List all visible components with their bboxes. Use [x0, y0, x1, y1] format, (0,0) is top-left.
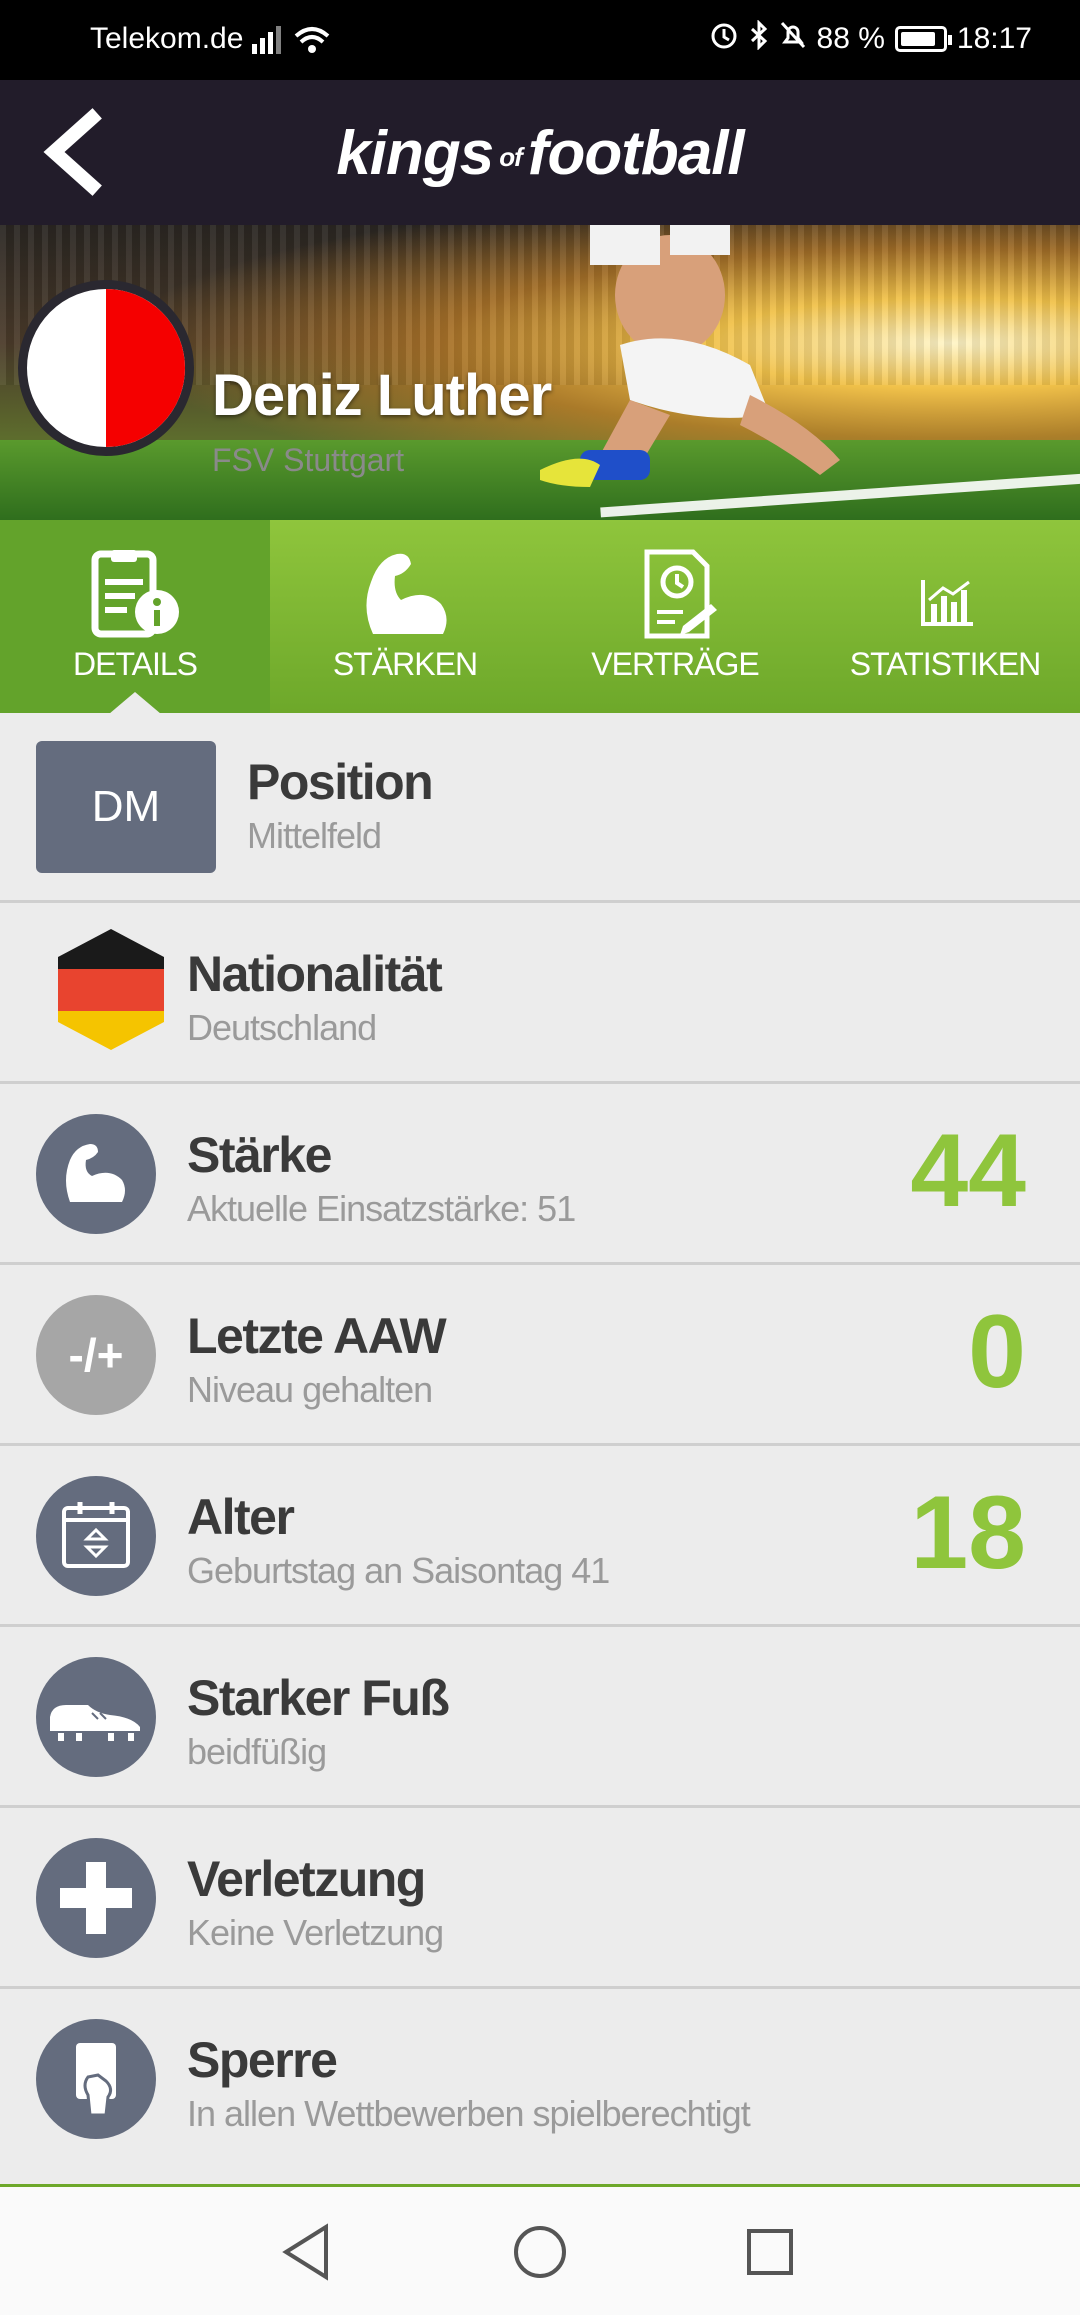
detail-row-position: DM Position Mittelfeld: [0, 713, 1080, 903]
bluetooth-icon: [749, 19, 769, 58]
bar-chart-icon: [921, 580, 973, 626]
detail-row-strength: Stärke Aktuelle Einsatzstärke: 51 44: [0, 1084, 1080, 1265]
position-value: Mittelfeld: [247, 815, 382, 856]
player-name: Deniz Luther: [212, 363, 552, 428]
position-title: Position: [247, 754, 434, 810]
injury-title: Verletzung: [187, 1851, 426, 1907]
tab-details-label: DETAILS: [73, 646, 198, 682]
medical-cross-icon: [36, 1838, 156, 1958]
tab-statistiken[interactable]: STATISTIKEN: [810, 520, 1080, 713]
battery-percent: 88 %: [816, 22, 885, 55]
mute-bell-icon: [779, 20, 807, 58]
calendar-icon: [36, 1476, 156, 1596]
nationality-title: Nationalität: [187, 946, 443, 1002]
club-name: FSV Stuttgart: [212, 442, 405, 478]
player-image: [540, 225, 840, 487]
battery-icon: [894, 26, 952, 52]
square-recents-icon: [747, 2229, 793, 2275]
age-value: 18: [910, 1475, 1026, 1591]
strength-arm-icon: [36, 1114, 156, 1234]
position-badge: DM: [36, 741, 216, 873]
tab-staerken-label: STÄRKEN: [332, 646, 478, 682]
nav-recents-button[interactable]: [735, 2217, 805, 2287]
germany-flag-icon: [58, 929, 164, 1050]
nav-back-button[interactable]: [272, 2217, 342, 2287]
last-aaw-value: 0: [968, 1294, 1026, 1410]
tab-statistiken-label: STATISTIKEN: [849, 646, 1042, 682]
nav-home-button[interactable]: [505, 2217, 575, 2287]
detail-row-last-aaw: -/+ Letzte AAW Niveau gehalten 0: [0, 1265, 1080, 1446]
app-header: kings offootball: [0, 80, 1080, 225]
triangle-back-icon: [282, 2223, 328, 2281]
tab-staerken[interactable]: STÄRKEN: [270, 520, 540, 713]
age-sub: Geburtstag an Saisontag 41: [187, 1550, 610, 1591]
referee-card-icon: [36, 2019, 156, 2139]
tab-bar: DETAILS STÄRKEN VERTRÄGE STATISTIKEN: [0, 520, 1080, 713]
club-logo: [18, 280, 194, 456]
circle-home-icon: [514, 2226, 566, 2278]
strength-value: 44: [910, 1113, 1026, 1229]
suspension-value: In allen Wettbewerben spielberechtigt: [187, 2093, 751, 2134]
suspension-title: Sperre: [187, 2032, 338, 2088]
detail-row-age: Alter Geburtstag an Saisontag 41 18: [0, 1446, 1080, 1627]
strength-sub: Aktuelle Einsatzstärke: 51: [187, 1188, 576, 1229]
tab-details[interactable]: DETAILS: [0, 520, 270, 713]
tab-vertraege[interactable]: VERTRÄGE: [540, 520, 810, 713]
contract-icon: [644, 549, 717, 639]
tab-vertraege-label: VERTRÄGE: [591, 646, 759, 682]
strong-foot-value: beidfüßig: [187, 1731, 327, 1772]
player-details-list: DM Position Mittelfeld Nationalität Deut…: [0, 713, 1080, 2170]
last-aaw-sub: Niveau gehalten: [187, 1369, 433, 1410]
detail-row-suspension: Sperre In allen Wettbewerben spielberech…: [0, 1989, 1080, 2170]
carrier-name: Telekom.de: [90, 22, 244, 55]
alarm-icon: [709, 20, 739, 58]
strong-foot-title: Starker Fuß: [187, 1670, 450, 1726]
age-title: Alter: [187, 1489, 295, 1545]
football-boot-icon: [36, 1657, 156, 1777]
injury-value: Keine Verletzung: [187, 1912, 444, 1953]
status-bar: Telekom.de 88 % 18:17: [0, 0, 1080, 80]
system-nav-bar: [0, 2184, 1080, 2315]
flexed-arm-icon: [366, 553, 447, 634]
strength-title: Stärke: [187, 1127, 332, 1183]
detail-row-injury: Verletzung Keine Verletzung: [0, 1808, 1080, 1989]
last-aaw-title: Letzte AAW: [187, 1308, 447, 1364]
app-logo: kings offootball: [336, 119, 744, 188]
nationality-value: Deutschland: [187, 1007, 377, 1048]
detail-row-strong-foot: Starker Fuß beidfüßig: [0, 1627, 1080, 1808]
detail-row-nationality: Nationalität Deutschland: [0, 903, 1080, 1084]
clock: 18:17: [956, 22, 1032, 55]
document-info-icon: [91, 550, 179, 638]
plus-minus-icon: -/+: [36, 1295, 156, 1415]
signal-wifi-icons: [250, 22, 340, 66]
